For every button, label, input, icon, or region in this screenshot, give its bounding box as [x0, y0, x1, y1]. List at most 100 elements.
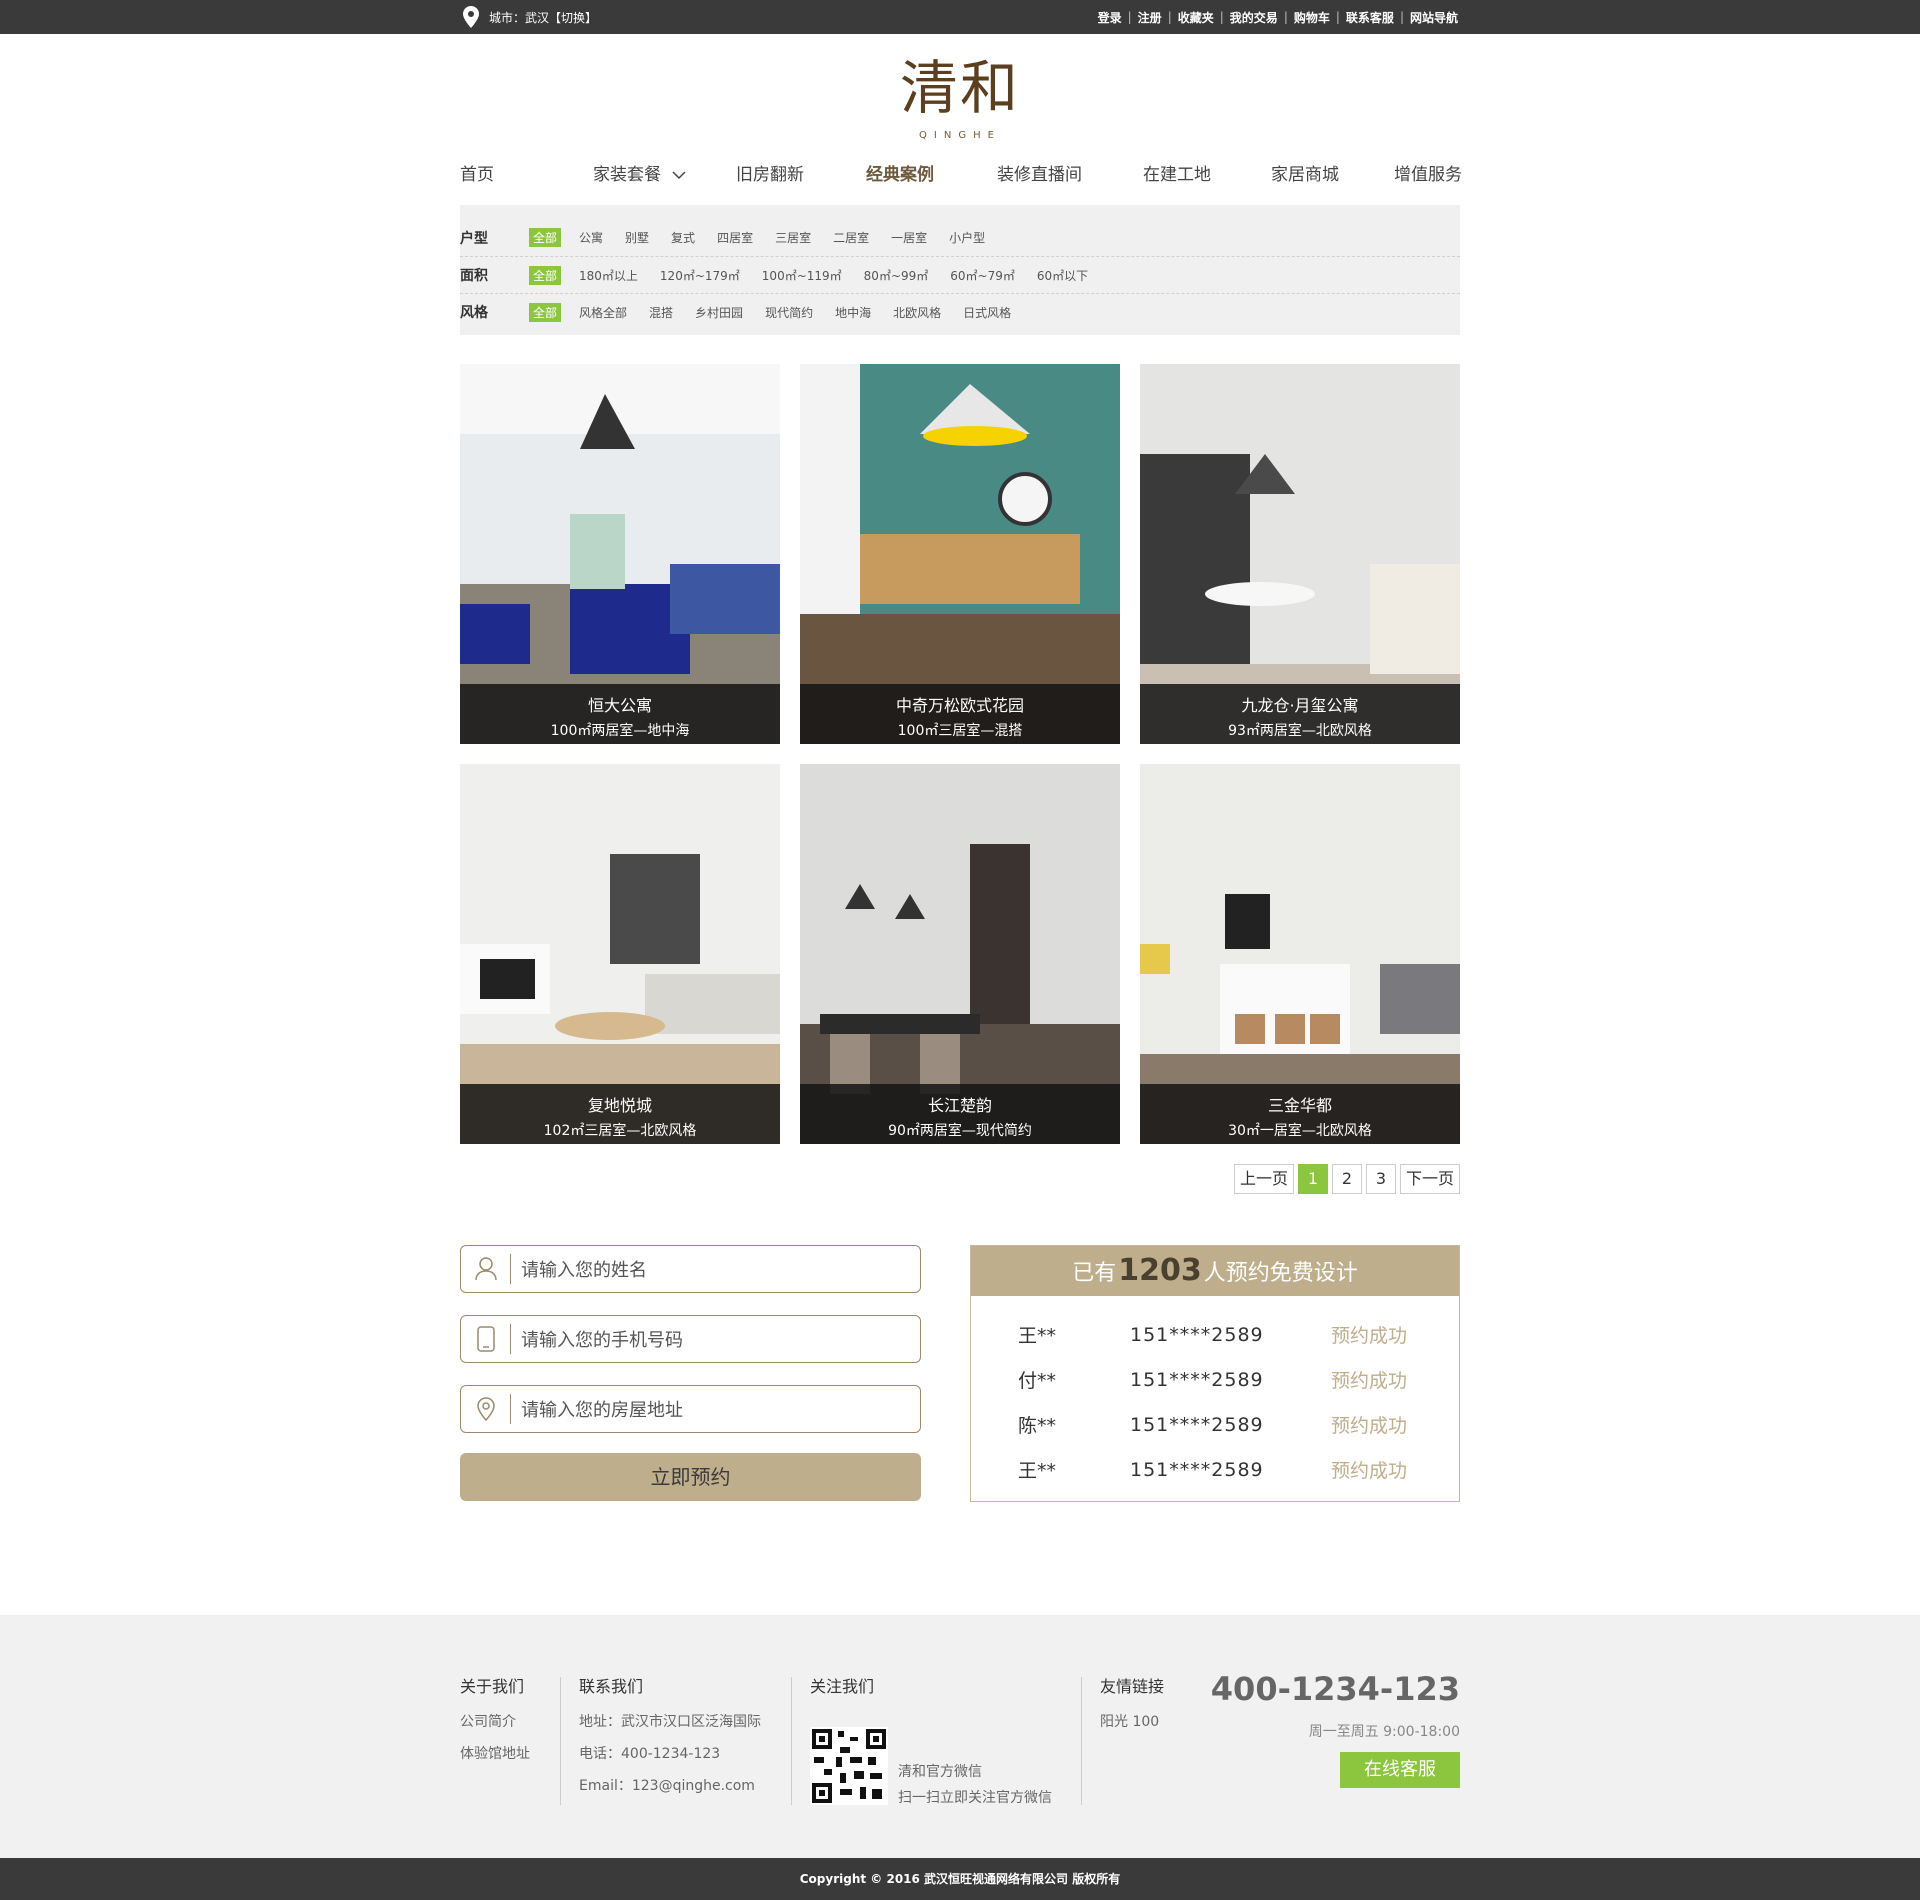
footer-link[interactable]: 体验馆地址	[460, 1743, 530, 1763]
booking-row: 王** 151****2589 预约成功	[971, 1447, 1459, 1492]
user-icon	[461, 1254, 511, 1284]
case-card[interactable]: 中奇万松欧式花园 100㎡三居室—混搭	[800, 364, 1120, 744]
nav-item-live-room[interactable]: 装修直播间	[997, 160, 1082, 185]
cart-link[interactable]: 购物车	[1294, 9, 1330, 26]
filter-option[interactable]: 复式	[671, 229, 695, 246]
contact-address: 地址：武汉市汉口区泛海国际	[579, 1714, 761, 1730]
filter-option[interactable]: 180㎡以上	[579, 267, 638, 284]
case-card[interactable]: 九龙仓·月玺公寓 93㎡两居室—北欧风格	[1140, 364, 1460, 744]
case-caption: 九龙仓·月玺公寓 93㎡两居室—北欧风格	[1140, 684, 1460, 744]
nav-item-mall[interactable]: 家居商城	[1271, 160, 1339, 185]
pagination: 上一页 1 2 3 下一页	[1230, 1164, 1460, 1194]
logo-subtitle: QINGHE	[919, 130, 1001, 141]
filter-option[interactable]: 风格全部	[579, 304, 627, 321]
case-subtitle: 100㎡两居室—地中海	[550, 723, 690, 739]
register-link[interactable]: 注册	[1138, 9, 1162, 26]
filter-option[interactable]: 乡村田园	[695, 304, 743, 321]
page-button[interactable]: 3	[1366, 1164, 1396, 1194]
booking-row: 王** 151****2589 预约成功	[971, 1312, 1459, 1357]
booking-name: 付**	[1018, 1370, 1057, 1392]
case-title: 复地悦城	[587, 1096, 652, 1115]
filter-all-option[interactable]: 全部	[529, 265, 562, 285]
filter-option[interactable]: 别墅	[625, 229, 649, 246]
page-button[interactable]: 2	[1332, 1164, 1362, 1194]
case-card[interactable]: 复地悦城 102㎡三居室—北欧风格	[460, 764, 780, 1144]
phone-input-placeholder: 请输入您的手机号码	[521, 1330, 683, 1351]
top-bar: 城市：武汉【切换】 登录 | 注册 | 收藏夹 | 我的交易 | 购物车 | 联系客服 | …	[0, 0, 1920, 34]
footer-link[interactable]: 公司简介	[460, 1711, 530, 1731]
booking-prefix: 已有	[1072, 1261, 1117, 1286]
filter-option[interactable]: 混搭	[649, 304, 673, 321]
phone-icon	[461, 1324, 511, 1354]
filter-all-option[interactable]: 全部	[529, 302, 562, 322]
contact-service-link[interactable]: 联系客服	[1346, 9, 1394, 26]
filter-option[interactable]: 60㎡以下	[1037, 267, 1088, 284]
booking-phone: 151****2589	[1130, 1458, 1264, 1481]
footer-divider	[560, 1677, 561, 1805]
prev-page-button[interactable]: 上一页	[1234, 1164, 1294, 1194]
address-field[interactable]: 请输入您的房屋地址	[460, 1385, 921, 1433]
filter-all-option[interactable]: 全部	[529, 228, 562, 247]
nav-item-home[interactable]: 首页	[460, 160, 494, 185]
case-card[interactable]: 三金华都 30㎡一居室—北欧风格	[1140, 764, 1460, 1144]
nav-item-sites[interactable]: 在建工地	[1143, 160, 1211, 185]
filter-option[interactable]: 四居室	[717, 229, 753, 246]
filter-option[interactable]: 现代简约	[765, 304, 813, 321]
submit-booking-button[interactable]: 立即预约	[460, 1453, 921, 1501]
page-button-current[interactable]: 1	[1298, 1164, 1328, 1194]
case-subtitle: 100㎡三居室—混搭	[897, 723, 1023, 739]
filter-option[interactable]: 公寓	[579, 229, 603, 246]
booking-name: 王**	[1018, 1460, 1057, 1482]
filter-option[interactable]: 三居室	[775, 229, 811, 246]
contact-email[interactable]: Email：123@qinghe.com	[579, 1775, 761, 1795]
filter-option[interactable]: 北欧风格	[893, 304, 941, 321]
my-orders-link[interactable]: 我的交易	[1230, 9, 1278, 26]
nav-item-value-services[interactable]: 增值服务	[1394, 160, 1462, 185]
online-service-button[interactable]: 在线客服	[1340, 1752, 1460, 1788]
footer-contact: 联系我们 地址：武汉市汉口区泛海国际 电话：400-1234-123 Email…	[579, 1673, 761, 1807]
footer-heading: 联系我们	[579, 1677, 644, 1696]
filter-option[interactable]: 60㎡~79㎡	[950, 267, 1015, 284]
case-title: 中奇万松欧式花园	[895, 696, 1024, 715]
service-hours: 周一至周五 9:00-18:00	[1308, 1724, 1460, 1740]
nav-item-classic-cases[interactable]: 经典案例	[866, 160, 934, 185]
case-caption: 恒大公寓 100㎡两居室—地中海	[460, 684, 780, 744]
case-caption: 中奇万松欧式花园 100㎡三居室—混搭	[800, 684, 1120, 744]
case-card[interactable]: 恒大公寓 100㎡两居室—地中海	[460, 364, 780, 744]
case-card[interactable]: 长江楚韵 90㎡两居室—现代简约	[800, 764, 1120, 1144]
booking-name: 陈**	[1018, 1415, 1057, 1437]
nav-item-packages[interactable]: 家装套餐	[593, 160, 686, 185]
footer-divider	[1081, 1677, 1082, 1805]
footer-heading: 友情链接	[1100, 1677, 1165, 1696]
hotline-number: 400-1234-123	[1210, 1670, 1460, 1708]
logo[interactable]: 清和 QINGHE	[900, 48, 1020, 158]
filter-option[interactable]: 日式风格	[963, 304, 1011, 321]
filter-option[interactable]: 二居室	[833, 229, 869, 246]
filter-option[interactable]: 地中海	[835, 304, 871, 321]
filter-option[interactable]: 80㎡~99㎡	[864, 267, 929, 284]
filter-option[interactable]: 100㎡~119㎡	[762, 267, 842, 284]
next-page-button[interactable]: 下一页	[1400, 1164, 1460, 1194]
filter-row-area: 面积 全部 180㎡以上 120㎡~179㎡ 100㎡~119㎡ 80㎡~99㎡…	[460, 256, 1460, 293]
friend-link[interactable]: 阳光 100	[1100, 1711, 1164, 1731]
logo-mark: 清和	[900, 54, 1021, 122]
site-nav-link[interactable]: 网站导航	[1410, 9, 1458, 26]
phone-field[interactable]: 请输入您的手机号码	[460, 1315, 921, 1363]
case-subtitle: 93㎡两居室—北欧风格	[1228, 723, 1372, 739]
booking-status: 预约成功	[1331, 1460, 1408, 1482]
filter-option[interactable]: 一居室	[891, 229, 927, 246]
filter-option[interactable]: 120㎡~179㎡	[660, 267, 740, 284]
location-icon	[461, 1394, 511, 1424]
city-switcher[interactable]: 城市：武汉【切换】	[463, 0, 597, 34]
filter-row-layout: 户型 全部 公寓 别墅 复式 四居室 三居室 二居室 一居室 小户型	[460, 219, 1460, 256]
login-link[interactable]: 登录	[1098, 9, 1122, 26]
case-subtitle: 102㎡三居室—北欧风格	[543, 1123, 697, 1139]
footer-heading: 关注我们	[810, 1677, 875, 1696]
city-label[interactable]: 城市：武汉【切换】	[489, 9, 597, 26]
case-title: 三金华都	[1267, 1096, 1332, 1115]
location-pin-icon	[463, 6, 479, 28]
nav-item-renovation[interactable]: 旧房翻新	[736, 160, 804, 185]
filter-option[interactable]: 小户型	[949, 229, 985, 246]
favorites-link[interactable]: 收藏夹	[1178, 9, 1214, 26]
name-field[interactable]: 请输入您的姓名	[460, 1245, 921, 1293]
